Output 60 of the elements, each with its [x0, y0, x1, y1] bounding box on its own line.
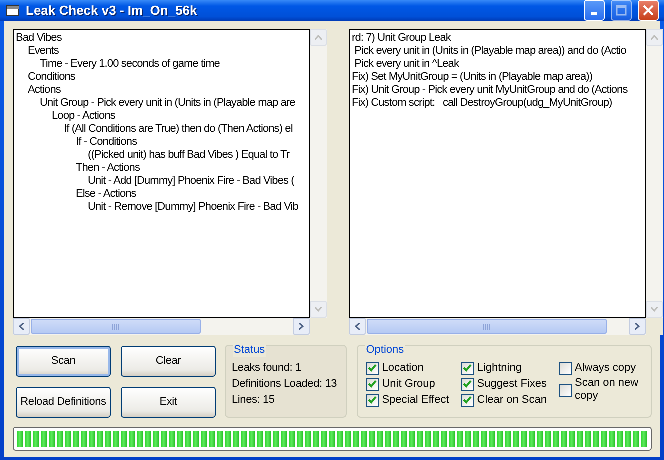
horizontal-scrollbar[interactable]	[13, 318, 310, 335]
text-line: If (All Conditions are True) then do (Then Actions) el	[63, 123, 293, 136]
window-title: Leak Check v3 - Im_On_56k	[26, 2, 198, 20]
status-text: Leaks found: 1	[232, 361, 302, 376]
checkbox[interactable]	[366, 362, 380, 374]
text-line: Time - Every 1.00 seconds of game time	[39, 58, 220, 71]
text-line: Events	[27, 45, 59, 58]
grip-icon	[112, 324, 120, 330]
text-line: Actions	[27, 84, 61, 97]
text-line: Then - Actions	[75, 162, 140, 175]
text-line: rd: 7) Unit Group Leak	[352, 32, 451, 45]
text-line: Pick every unit in ^Leak	[354, 58, 460, 71]
text-line: Fix) Set MyUnitGroup = (Units in (Playable map area))	[352, 71, 593, 84]
option-label: Lightning	[477, 362, 522, 374]
text-line: Pick every unit in (Units in (Playable map area)) and do (Actio	[354, 45, 626, 58]
checkbox[interactable]	[366, 394, 380, 406]
option-label: Scan on new copy	[575, 377, 640, 403]
dialog-button[interactable]: Clear	[121, 346, 216, 377]
dialog-button[interactable]: Exit	[121, 387, 216, 418]
option-label: Suggest Fixes	[477, 378, 547, 390]
checkbox[interactable]	[461, 394, 474, 406]
text-line: Bad Vibes	[16, 32, 62, 45]
text-line: Fix) Unit Group - Pick every unit MyUnitGroup and do (Actions	[352, 84, 628, 97]
text-line: If - Conditions	[75, 136, 138, 149]
group-title: Status	[233, 344, 266, 357]
status-text: Lines: 15	[232, 393, 276, 408]
option-label: Unit Group	[382, 378, 436, 390]
option-label: Always copy	[575, 362, 638, 374]
checkbox[interactable]	[461, 362, 474, 374]
checkbox[interactable]	[559, 362, 572, 374]
text-line: Conditions	[27, 71, 76, 84]
text-line: Unit - Add [Dummy] Phoenix Fire - Bad Vibes (	[87, 175, 294, 188]
checkbox[interactable]	[366, 378, 380, 390]
app-icon	[6, 4, 20, 18]
checkbox[interactable]	[461, 378, 474, 390]
option-label: Clear on Scan	[477, 394, 547, 406]
text-line: Else - Actions	[75, 188, 136, 201]
option-label: Location	[382, 362, 424, 374]
dialog-button[interactable]: Reload Definitions	[16, 387, 111, 418]
horizontal-scrollbar[interactable]	[349, 318, 646, 335]
vertical-scrollbar[interactable]	[646, 29, 663, 318]
dialog-button[interactable]: Scan	[16, 346, 111, 377]
maximize-icon	[616, 5, 627, 16]
minimize-button[interactable]	[584, 0, 605, 21]
checkbox[interactable]	[559, 384, 572, 396]
close-button[interactable]	[638, 0, 659, 21]
status-text: Definitions Loaded: 13	[232, 377, 338, 392]
text-line: Fix) Custom script: call DestroyGroup(udg_MyUnitGroup)	[352, 97, 612, 110]
vertical-scrollbar[interactable]	[310, 29, 327, 318]
grip-icon	[483, 324, 491, 330]
trigger-text-area[interactable]	[13, 29, 310, 318]
option-label: Special Effect	[382, 394, 450, 406]
text-line: Loop - Actions	[51, 110, 116, 123]
maximize-button[interactable]	[611, 0, 632, 21]
close-icon	[643, 5, 654, 16]
text-line: Unit - Remove [Dummy] Phoenix Fire - Bad Vib	[87, 201, 298, 214]
text-line: Unit Group - Pick every unit in (Units in (Playable map are	[39, 97, 296, 110]
result-text-area[interactable]	[349, 29, 646, 318]
text-line: ((Picked unit) has buff Bad Vibes ) Equal to Tr	[87, 149, 290, 162]
group-title: Options	[365, 344, 406, 357]
